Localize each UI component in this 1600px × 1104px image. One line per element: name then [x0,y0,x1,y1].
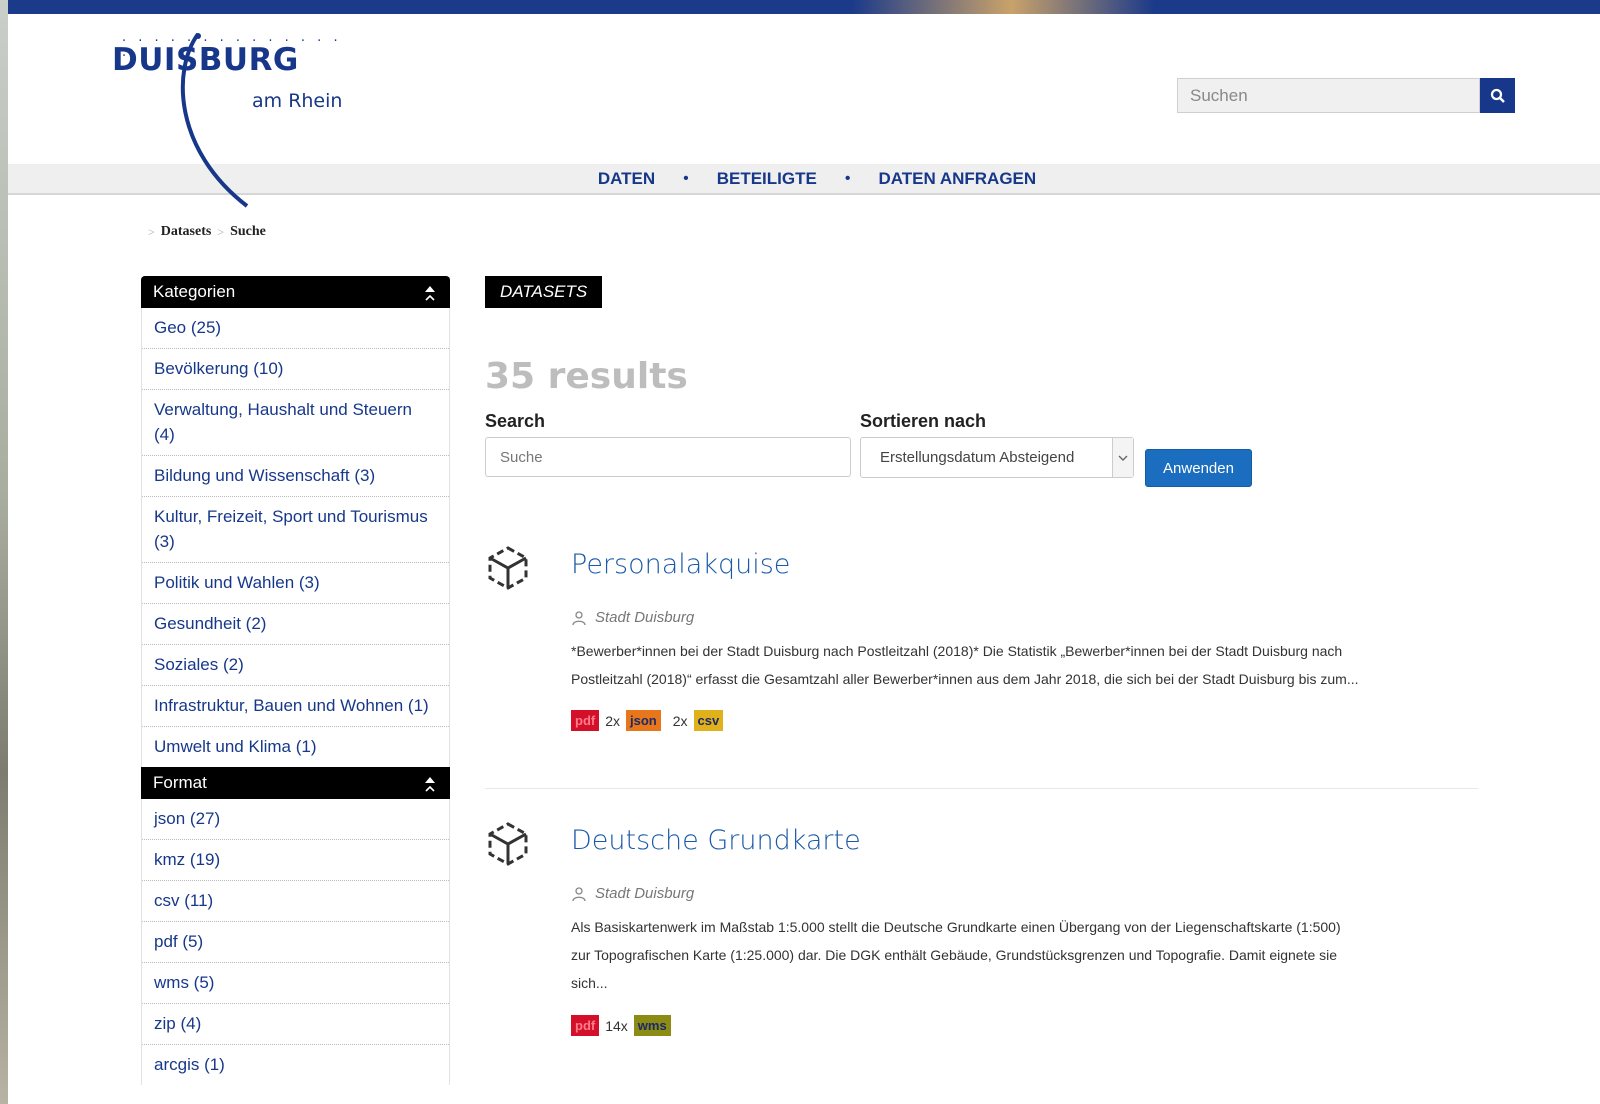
category-item[interactable]: Geo (25) [142,308,449,349]
organization-icon [572,886,586,901]
category-item[interactable]: Kultur, Freizeit, Sport und Tourismus (3… [142,497,449,563]
nav-daten[interactable]: DATEN [598,169,655,189]
sort-select[interactable]: Erstellungsdatum Absteigend [860,437,1134,478]
format-badge-pdf[interactable]: pdf [571,710,600,731]
top-color-bar [8,0,1600,14]
duisburg-logo[interactable]: . . . . . . . . . . . . . . . DUISBURG a… [112,30,352,210]
datasets-tag: DATASETS [485,276,603,308]
format-item[interactable]: kmz (19) [142,840,449,881]
category-item[interactable]: Politik und Wahlen (3) [142,563,449,604]
category-item[interactable]: Verwaltung, Haushalt und Steuern (4) [142,390,449,456]
collapse-icon[interactable] [420,282,440,302]
format-count: 2x [605,712,621,729]
format-item[interactable]: wms (5) [142,963,449,1004]
dataset-org: Stadt Duisburg [571,609,694,626]
format-item[interactable]: csv (11) [142,881,449,922]
category-item[interactable]: Infrastruktur, Bauen und Wohnen (1) [142,686,449,727]
results-count: 35 results [485,356,688,397]
categories-header[interactable]: Kategorien [141,276,450,308]
header-search [1177,78,1515,113]
chevron-down-icon [1112,438,1133,477]
header-search-input[interactable] [1177,78,1480,113]
format-list: json (27) kmz (19) csv (11) pdf (5) wms … [141,799,450,1085]
description-line: sich... [571,975,608,991]
dataset-description: *Bewerber*innen bei der Stadt Duisburg n… [571,637,1476,693]
logo-subtitle: am Rhein [252,90,343,112]
breadcrumb-suche[interactable]: Suche [230,224,266,240]
dataset-org-name[interactable]: Stadt Duisburg [595,885,694,902]
format-badge-json[interactable]: json [626,710,661,731]
window-edge [0,0,8,1104]
nav-separator: • [683,169,689,187]
dataset-description: Als Basiskartenwerk im Maßstab 1:5.000 s… [571,913,1476,997]
breadcrumb-datasets[interactable]: Datasets [161,224,212,240]
dataset-item: Personalakquise Stadt Duisburg *Bewerber… [485,535,1478,789]
breadcrumb-separator: > [148,224,155,239]
logo-word: DUISBURG [112,42,299,78]
apply-button[interactable]: Anwenden [1145,449,1252,487]
sort-select-value: Erstellungsdatum Absteigend [880,449,1075,466]
description-line: Postleitzahl (2018)“ erfasst die Gesamtz… [571,671,1359,687]
dataset-org-name[interactable]: Stadt Duisburg [595,609,694,626]
category-item[interactable]: Gesundheit (2) [142,604,449,645]
format-count: 2x [672,712,688,729]
description-line: *Bewerber*innen bei der Stadt Duisburg n… [571,643,1343,659]
organization-icon [572,610,586,625]
format-item[interactable]: arcgis (1) [142,1045,449,1085]
dataset-title[interactable]: Deutsche Grundkarte [571,825,861,856]
search-form: Search Sortieren nach Erstellungsdatum A… [485,411,1478,491]
dataset-cube-icon [488,822,528,866]
categories-list: Geo (25) Bevölkerung (10) Verwaltung, Ha… [141,308,450,767]
description-line: Als Basiskartenwerk im Maßstab 1:5.000 s… [571,919,1341,935]
sort-label: Sortieren nach [860,411,987,431]
header-search-button[interactable] [1480,78,1515,113]
category-item[interactable]: Bevölkerung (10) [142,349,449,390]
search-label: Search [485,411,546,431]
dataset-formats: pdf 14x wms [571,1015,671,1036]
categories-title: Kategorien [153,282,236,301]
format-badge-csv[interactable]: csv [693,710,724,731]
search-icon [1490,88,1505,103]
dataset-formats: pdf 2x json 2x csv [571,710,724,731]
format-item[interactable]: json (27) [142,799,449,840]
dataset-org: Stadt Duisburg [571,885,694,902]
format-badge-pdf[interactable]: pdf [571,1015,600,1036]
category-item[interactable]: Soziales (2) [142,645,449,686]
dataset-item: Deutsche Grundkarte Stadt Duisburg Als B… [485,811,1478,1104]
dataset-search-input[interactable] [485,437,851,477]
format-title: Format [153,773,207,792]
dataset-title[interactable]: Personalakquise [571,549,790,580]
main-content: DATASETS 35 results Search Sortieren nac… [485,276,1478,1104]
format-count: 14x [605,1017,628,1034]
nav-separator: • [844,169,851,187]
format-header[interactable]: Format [141,767,450,799]
nav-beteiligte[interactable]: BETEILIGTE [717,169,817,189]
format-item[interactable]: zip (4) [142,1004,449,1045]
description-line: zur Topografischen Karte (1:25.000) dar.… [571,947,1338,963]
nav-daten-anfragen[interactable]: DATEN ANFRAGEN [878,169,1036,189]
breadcrumb: > Datasets > Suche [148,224,266,240]
category-item[interactable]: Umwelt und Klima (1) [142,727,449,767]
filter-sidebar: Kategorien Geo (25) Bevölkerung (10) Ver… [141,276,450,1085]
collapse-icon[interactable] [420,773,440,793]
format-item[interactable]: pdf (5) [142,922,449,963]
format-badge-wms[interactable]: wms [633,1015,671,1036]
category-item[interactable]: Bildung und Wissenschaft (3) [142,456,449,497]
dataset-cube-icon [488,546,528,590]
breadcrumb-separator: > [217,224,225,239]
